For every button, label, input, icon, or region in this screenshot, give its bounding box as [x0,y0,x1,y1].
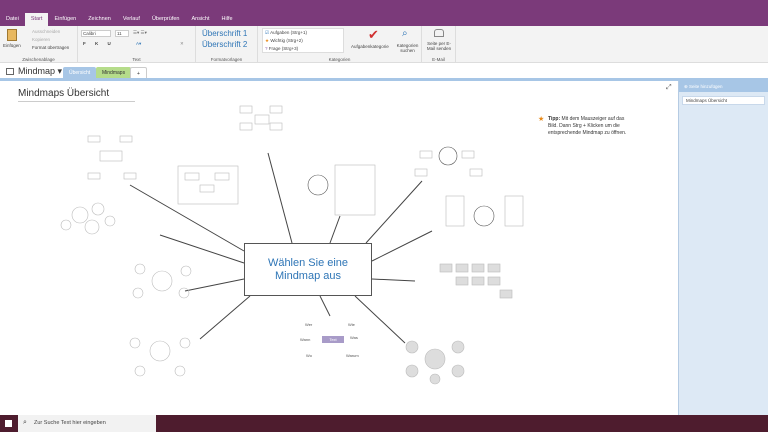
tab-verlauf[interactable]: Verlauf [117,13,146,26]
email-icon [434,29,444,37]
tag-important[interactable]: ★ Wichtig (Strg+2) [265,38,303,44]
paste-icon [7,29,17,41]
question-label: Wer [305,322,313,327]
star-icon: ★ [538,116,545,123]
add-page-button[interactable]: ⊕ Seite hinzufügen [679,81,768,92]
notebook-bar: Mindmap ▾ Übersicht Mindmaps + Durchsuch… [0,64,768,140]
windows-start-icon[interactable] [5,420,12,427]
checkmark-icon: ✔ [368,27,379,42]
task-category-button[interactable]: Aufgabenkategorie [351,44,389,49]
taskbar-search-input[interactable]: ⌕ Zur Suche Text hier eingeben [18,415,156,432]
thumbnail-bubble-bottom [129,337,191,377]
heading1-style[interactable]: Überschrift 1 [202,29,247,38]
tab-einfuegen[interactable]: Einfügen [48,13,82,26]
star-icon: ★ [265,38,270,43]
tab-datei[interactable]: Datei [0,13,25,26]
tab-ueberpruefen[interactable]: Überprüfen [146,13,186,26]
connector-line [319,295,331,317]
clear-format-icon[interactable]: ✕ [180,41,184,47]
categories-label: Kategorien [328,57,351,62]
thumbnail-tree [87,135,137,180]
thumbnail-grid [439,263,513,299]
connector-line [371,278,416,282]
question-center: Text [322,336,344,343]
styles-label: Formatvorlagen [210,57,243,62]
clipboard-label: Zwischenablage [22,57,55,62]
thumbnail-table [307,164,376,216]
taskbar: ⌕ Zur Suche Text hier eingeben [0,415,768,432]
thumbnail-boxes [177,165,239,205]
clipboard-group: Einfügen Ausschneiden Kopieren Format üb… [0,26,78,63]
email-group: Seite per E-Mail senden E-Mail [422,26,456,63]
checkbox-icon: ☑ [265,30,270,35]
tag-label: Aufgaben (Strg+1) [270,30,307,35]
cut-button[interactable]: Ausschneiden [32,29,60,34]
tag-list: ☑ Aufgaben (Strg+1) ★ Wichtig (Strg+2) ?… [262,28,344,53]
tag-question[interactable]: ? Frage (Strg+3) [265,46,298,51]
question-label: Was [350,335,358,340]
tab-zeichnen[interactable]: Zeichnen [82,13,117,26]
notebook-icon [6,68,14,75]
tip-note: ★ Tipp: Mit dem Mauszeiger auf das Bild.… [538,116,628,137]
question-icon: ? [265,46,268,51]
notebook-name: Mindmap [18,66,56,76]
thumbnail-circles [60,202,116,235]
thumbnail-right1 [414,146,483,177]
heading2-style[interactable]: Überschrift 2 [202,40,247,49]
email-page-button[interactable]: Seite per E-Mail senden [424,41,454,51]
format-buttons[interactable]: F K U [83,41,115,46]
page-item[interactable]: Mindmaps Übersicht [682,96,765,105]
tag-label: Frage (Strg+3) [268,46,299,51]
tag-task[interactable]: ☑ Aufgaben (Strg+1) [265,30,307,36]
search-icon: ⌕ [23,419,27,426]
expand-icon[interactable]: ⤢ [666,84,672,92]
page-title[interactable]: Mindmaps Übersicht [18,88,135,102]
notebook-selector[interactable]: Mindmap ▾ [18,66,62,77]
tip-text: Mit dem Mauszeiger auf das Bild. Dann St… [548,116,627,136]
question-label: Wie [348,322,355,327]
ribbon: Einfügen Ausschneiden Kopieren Format üb… [0,26,768,63]
font-size-select[interactable]: 11 [115,30,129,37]
connector-line [199,295,251,340]
format-painter-button[interactable]: Format übertragen [32,45,69,50]
categories-group: ☑ Aufgaben (Strg+1) ★ Wichtig (Strg+2) ?… [258,26,422,63]
text-label: Text [132,57,141,62]
find-tags-button[interactable]: Kategorien suchen [395,43,420,53]
tag-label: Wichtig (Strg+2) [270,38,303,43]
paste-button[interactable]: Einfügen [3,43,21,48]
copy-button[interactable]: Kopieren [32,37,50,42]
connector-line [159,234,245,264]
connector-line [267,152,293,244]
title-bar: Datei Start Einfügen Zeichnen Verlauf Üb… [0,0,768,27]
taskbar-search-placeholder: Zur Suche Text hier eingeben [34,420,106,426]
add-page-label: Seite hinzufügen [689,84,723,89]
connector-line [371,230,433,262]
connector-line [129,184,245,252]
tip-label: Tipp: [548,116,561,122]
center-node[interactable]: Wählen Sie eine Mindmap aus [244,243,372,296]
styles-group: Überschrift 1 Überschrift 2 Formatvorlag… [196,26,258,63]
page-list-pane: ⊕ Seite hinzufügen Mindmaps Übersicht [678,81,768,415]
tab-start[interactable]: Start [24,13,49,26]
question-label: Warum [346,353,359,358]
question-mindmap[interactable]: Text Wer Wie Wann Was Wo Warum [300,319,380,364]
thumbnail-org [239,105,283,131]
tab-hilfe[interactable]: Hilfe [216,13,239,26]
font-color-icon[interactable]: A▾ [136,41,141,47]
ribbon-tabs: Datei Start Einfügen Zeichnen Verlauf Üb… [0,13,239,26]
connector-line [184,278,245,292]
text-group: Calibri 11 F K U ☰▾ ☰▾ A▾ ✕ Text [78,26,196,63]
tab-ansicht[interactable]: Ansicht [185,13,215,26]
question-label: Wann [300,337,311,342]
font-select[interactable]: Calibri [81,30,111,37]
connector-line [329,215,341,244]
list-buttons[interactable]: ☰▾ ☰▾ [133,30,147,36]
thumbnail-right2 [445,195,524,227]
email-label: E-Mail [432,57,445,62]
connector-line [365,180,423,244]
thumbnail-bubble-left [132,263,192,299]
question-label: Wo [306,353,312,358]
find-tags-icon: ⌕ [402,28,408,39]
thumbnail-bubble-right [405,340,465,385]
